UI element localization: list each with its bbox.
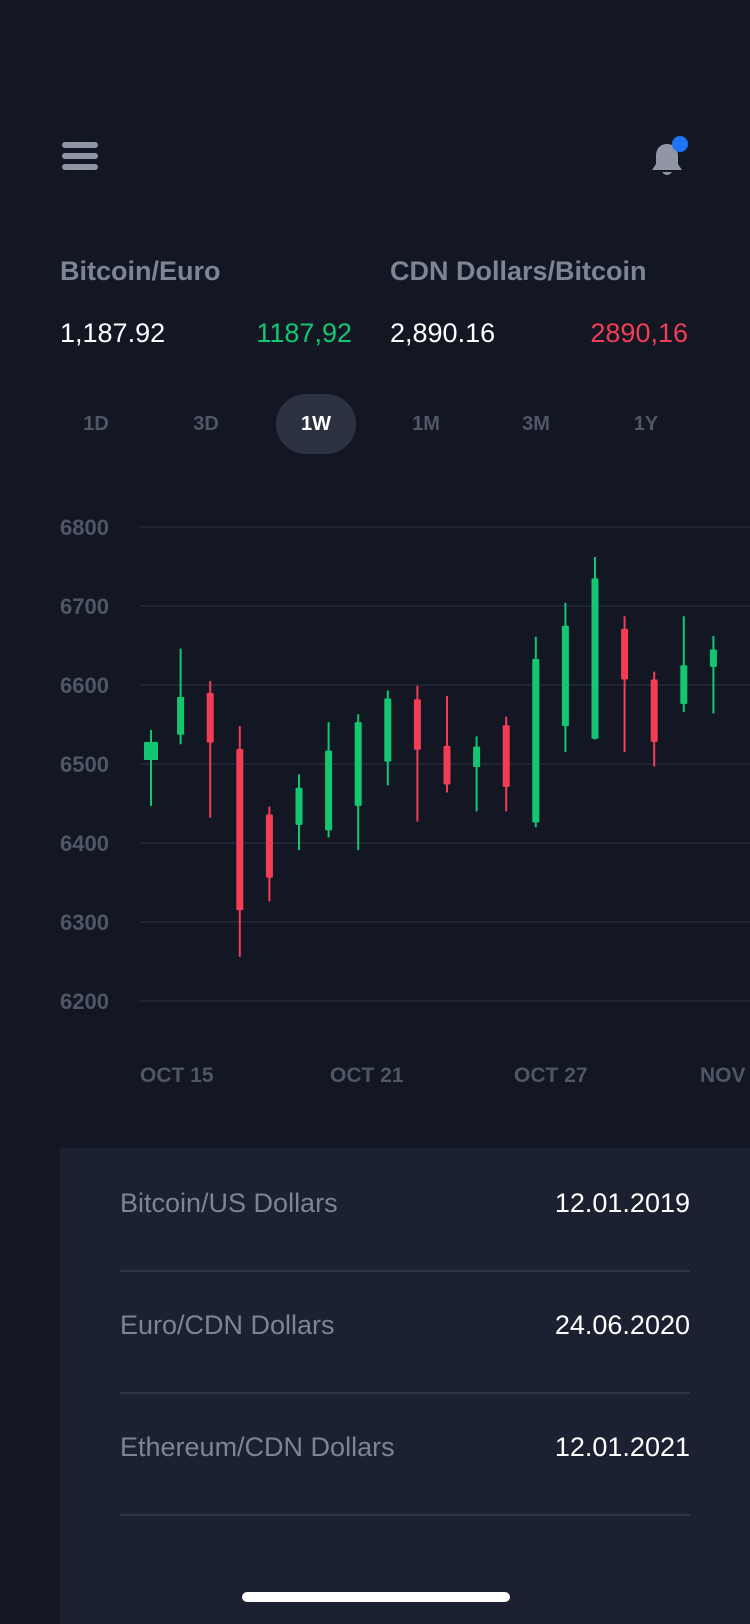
candle-body [265, 814, 273, 878]
y-tick-label: 6300 [60, 910, 109, 935]
pair-values: 1,187.92 1187,92 [60, 318, 352, 354]
candle [384, 690, 392, 786]
pair-values: 2,890.16 2890,16 [390, 318, 688, 354]
candle [591, 557, 599, 740]
candle-body [621, 628, 629, 680]
y-tick-label: 6200 [60, 989, 109, 1014]
tab-1w[interactable]: 1W [276, 394, 356, 454]
candle-body [144, 741, 158, 761]
y-tick-label: 6500 [60, 752, 109, 777]
x-tick-label: OCT 21 [330, 1064, 404, 1087]
tab-1y[interactable]: 1Y [606, 394, 686, 454]
menu-bar [62, 153, 98, 159]
candle-body [325, 750, 333, 831]
y-tick-label: 6700 [60, 594, 109, 619]
notification-dot [672, 136, 688, 152]
history-row[interactable]: Euro/CDN Dollars 24.06.2020 [120, 1270, 690, 1394]
notifications-button[interactable] [650, 136, 690, 182]
price-chart[interactable]: 6800 6700 6600 6500 6400 6300 6200 OCT 15 OCT 21… [0, 500, 750, 1100]
candle [354, 714, 362, 851]
x-tick-label: OCT 15 [140, 1064, 214, 1087]
candle-body [680, 665, 688, 704]
candle-body [177, 696, 185, 735]
y-tick-label: 6400 [60, 831, 109, 856]
candle [206, 681, 214, 818]
pair-bitcoin-euro[interactable]: Bitcoin/Euro 1,187.92 1187,92 [60, 256, 352, 348]
candle-body [591, 578, 599, 739]
pair-history-panel: Bitcoin/US Dollars 12.01.2019 Euro/CDN D… [60, 1148, 750, 1624]
pair-title: CDN Dollars/Bitcoin [390, 256, 647, 286]
candle-body [206, 692, 214, 743]
menu-bar [62, 164, 98, 170]
pair-alt-value: 2890,16 [590, 318, 688, 348]
candle [265, 806, 273, 902]
candle [650, 671, 658, 767]
x-tick-label: OCT 27 [514, 1064, 588, 1087]
history-pair-name: Euro/CDN Dollars [120, 1310, 335, 1340]
pair-title: Bitcoin/Euro [60, 256, 221, 286]
time-range-tabs: 1D 3D 1W 1M 3M 1Y [56, 394, 714, 454]
pair-value: 1,187.92 [60, 318, 166, 348]
candle-body [413, 699, 421, 750]
tab-1m[interactable]: 1M [386, 394, 466, 454]
menu-bar [62, 142, 98, 148]
history-date: 24.06.2020 [554, 1310, 690, 1340]
candle [680, 616, 688, 712]
candle-body [561, 625, 569, 727]
x-tick-label: NOV [700, 1064, 746, 1087]
candle [561, 602, 569, 753]
candle-body [650, 679, 658, 742]
candle-body [295, 787, 303, 825]
history-date: 12.01.2021 [554, 1432, 690, 1462]
candle [144, 730, 158, 806]
candle-body [443, 745, 451, 785]
pair-cdn-bitcoin[interactable]: CDN Dollars/Bitcoin 2,890.16 2890,16 [390, 256, 688, 348]
pair-alt-value: 1187,92 [256, 318, 352, 348]
candle [413, 685, 421, 822]
candle [502, 716, 510, 812]
menu-button[interactable] [62, 142, 98, 174]
candle-body [502, 725, 510, 787]
candle [295, 774, 303, 851]
candle-body [354, 722, 362, 806]
tab-3m[interactable]: 3M [496, 394, 576, 454]
candle [532, 636, 540, 828]
y-tick-label: 6600 [60, 673, 109, 698]
candle-body [532, 658, 540, 823]
history-row[interactable]: Ethereum/CDN Dollars 12.01.2021 [120, 1392, 690, 1516]
candle [325, 722, 333, 838]
candle-body [473, 746, 481, 768]
history-date: 12.01.2019 [554, 1188, 690, 1218]
candle-body [709, 649, 717, 667]
home-indicator [242, 1592, 510, 1602]
history-pair-name: Bitcoin/US Dollars [120, 1188, 338, 1218]
candle [177, 648, 185, 745]
history-pair-name: Ethereum/CDN Dollars [120, 1432, 395, 1462]
y-tick-label: 6800 [60, 515, 109, 540]
candle [443, 696, 451, 793]
tab-3d[interactable]: 3D [166, 394, 246, 454]
candle-body [384, 698, 392, 762]
candle [709, 636, 717, 714]
candle-body [236, 748, 244, 911]
candle [473, 736, 481, 812]
history-row[interactable]: Bitcoin/US Dollars 12.01.2019 [120, 1148, 690, 1272]
tab-1d[interactable]: 1D [56, 394, 136, 454]
pair-value: 2,890.16 [390, 318, 496, 348]
